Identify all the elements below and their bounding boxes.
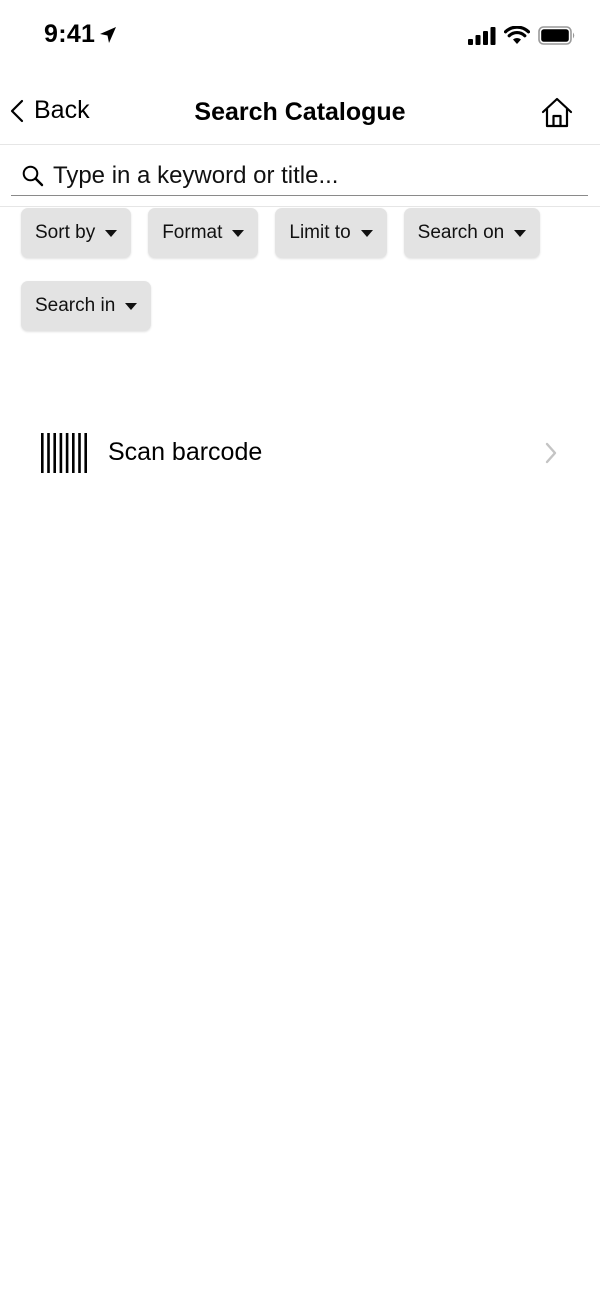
search-input[interactable]: [53, 161, 588, 190]
chip-label: Sort by: [35, 222, 96, 243]
format-dropdown[interactable]: Format: [148, 208, 259, 258]
filter-chips: Sort by Format Limit to Search on Search…: [21, 208, 581, 331]
caret-down-icon: [514, 229, 527, 237]
search-field[interactable]: [11, 156, 588, 196]
caret-down-icon: [360, 229, 373, 237]
page-title: Search Catalogue: [194, 98, 406, 126]
status-time: 9:41: [44, 20, 96, 48]
location-arrow-icon: [100, 26, 117, 43]
status-indicators: [468, 26, 576, 45]
sort-by-dropdown[interactable]: Sort by: [21, 208, 132, 258]
chip-label: Limit to: [289, 222, 351, 243]
cellular-signal-icon: [468, 26, 496, 45]
caret-down-icon: [105, 229, 118, 237]
caret-down-icon: [232, 229, 245, 237]
status-bar: 9:41: [0, 0, 600, 76]
battery-icon: [538, 26, 575, 45]
search-bar: [0, 144, 600, 207]
search-icon: [21, 164, 45, 188]
search-in-dropdown[interactable]: Search in: [21, 281, 152, 331]
chip-label: Search on: [417, 222, 505, 243]
scan-barcode-label: Scan barcode: [108, 438, 263, 466]
home-icon: [541, 97, 573, 128]
chevron-right-icon: [545, 442, 557, 464]
search-on-dropdown[interactable]: Search on: [403, 208, 541, 258]
caret-down-icon: [125, 302, 138, 310]
chip-label: Format: [162, 222, 223, 243]
chip-label: Search in: [35, 295, 116, 316]
home-button[interactable]: [540, 96, 574, 130]
limit-to-dropdown[interactable]: Limit to: [275, 208, 387, 258]
barcode-icon: [41, 433, 87, 473]
nav-bar: Back Search Catalogue: [0, 82, 600, 145]
scan-barcode-row[interactable]: Scan barcode: [0, 420, 600, 486]
status-time-group: 9:41: [44, 20, 117, 49]
wifi-icon: [504, 26, 530, 44]
